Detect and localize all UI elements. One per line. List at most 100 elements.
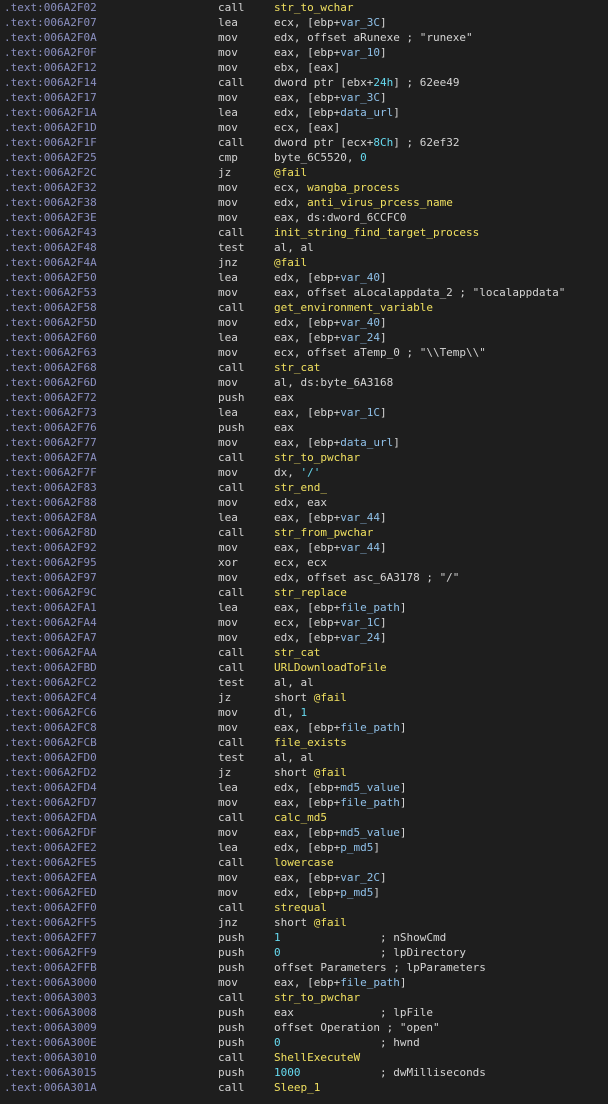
listing-line[interactable]: .text:006A2FD7 mov eax, [ebp+file_path] — [0, 795, 608, 810]
listing-line[interactable]: .text:006A2F9C call str_replace — [0, 585, 608, 600]
line-address[interactable]: .text:006A2FE5 — [4, 855, 97, 870]
listing-line[interactable]: .text:006A2FD0 test al, al — [0, 750, 608, 765]
line-address[interactable]: .text:006A2FD7 — [4, 795, 97, 810]
listing-line[interactable]: .text:006A2F07 lea ecx, [ebp+var_3C] — [0, 15, 608, 30]
line-address[interactable]: .text:006A2F7F — [4, 465, 97, 480]
symbol-reference[interactable]: wangba_process — [307, 181, 400, 194]
stack-variable[interactable]: var_44 — [340, 541, 380, 554]
line-address[interactable]: .text:006A2F12 — [4, 60, 97, 75]
symbol-reference[interactable]: init_string_find_target_process — [274, 226, 479, 239]
stack-variable[interactable]: var_24 — [340, 631, 380, 644]
line-address[interactable]: .text:006A2F8D — [4, 525, 97, 540]
stack-variable[interactable]: var_1C — [340, 406, 380, 419]
line-address[interactable]: .text:006A2F83 — [4, 480, 97, 495]
line-address[interactable]: .text:006A2F4A — [4, 255, 97, 270]
symbol-reference[interactable]: str_from_pwchar — [274, 526, 373, 539]
listing-line[interactable]: .text:006A2F48 test al, al — [0, 240, 608, 255]
listing-line[interactable]: .text:006A2F92 mov eax, [ebp+var_44] — [0, 540, 608, 555]
line-address[interactable]: .text:006A2F53 — [4, 285, 97, 300]
listing-line[interactable]: .text:006A2FA4 mov ecx, [ebp+var_1C] — [0, 615, 608, 630]
line-address[interactable]: .text:006A2F92 — [4, 540, 97, 555]
stack-variable[interactable]: data_url — [340, 106, 393, 119]
stack-variable[interactable]: file_path — [340, 721, 400, 734]
line-address[interactable]: .text:006A2F88 — [4, 495, 97, 510]
listing-line[interactable]: .text:006A2F1D mov ecx, [eax] — [0, 120, 608, 135]
listing-line[interactable]: .text:006A2F95 xor ecx, ecx — [0, 555, 608, 570]
stack-variable[interactable]: data_url — [340, 436, 393, 449]
line-address[interactable]: .text:006A2F8A — [4, 510, 97, 525]
symbol-reference[interactable]: str_to_pwchar — [274, 451, 360, 464]
line-address[interactable]: .text:006A2FED — [4, 885, 97, 900]
symbol-reference[interactable]: str_to_pwchar — [274, 991, 360, 1004]
stack-variable[interactable]: p_md5 — [340, 841, 373, 854]
line-address[interactable]: .text:006A2F1F — [4, 135, 97, 150]
line-address[interactable]: .text:006A2FD4 — [4, 780, 97, 795]
listing-line[interactable]: .text:006A2FBD call URLDownloadToFile — [0, 660, 608, 675]
listing-line[interactable]: .text:006A2FDF mov eax, [ebp+md5_value] — [0, 825, 608, 840]
symbol-reference[interactable]: lowercase — [274, 856, 334, 869]
symbol-reference[interactable]: @fail — [314, 691, 347, 704]
listing-line[interactable]: .text:006A2F02 call str_to_wchar — [0, 0, 608, 15]
line-address[interactable]: .text:006A2F1A — [4, 105, 97, 120]
listing-line[interactable]: .text:006A3003 call str_to_pwchar — [0, 990, 608, 1005]
stack-variable[interactable]: md5_value — [340, 826, 400, 839]
listing-line[interactable]: .text:006A2F5D mov edx, [ebp+var_40] — [0, 315, 608, 330]
line-address[interactable]: .text:006A2F77 — [4, 435, 97, 450]
line-address[interactable]: .text:006A2FA1 — [4, 600, 97, 615]
line-address[interactable]: .text:006A3008 — [4, 1005, 97, 1020]
listing-line[interactable]: .text:006A2F58 call get_environment_variab… — [0, 300, 608, 315]
line-address[interactable]: .text:006A2F02 — [4, 0, 97, 15]
symbol-reference[interactable]: str_to_wchar — [274, 1, 353, 14]
listing-line[interactable]: .text:006A2F53 mov eax, offset aLocalappda… — [0, 285, 608, 300]
symbol-reference[interactable]: anti_virus_prcess_name — [307, 196, 453, 209]
listing-line[interactable]: .text:006A2FD4 lea edx, [ebp+md5_value] — [0, 780, 608, 795]
listing-line[interactable]: .text:006A2F32 mov ecx, wangba_process — [0, 180, 608, 195]
symbol-reference[interactable]: @fail — [314, 766, 347, 779]
listing-line[interactable]: .text:006A2FDA call calc_md5 — [0, 810, 608, 825]
symbol-reference[interactable]: @fail — [274, 166, 307, 179]
stack-variable[interactable]: md5_value — [340, 781, 400, 794]
listing-line[interactable]: .text:006A2F76 push eax — [0, 420, 608, 435]
line-address[interactable]: .text:006A2F2C — [4, 165, 97, 180]
line-address[interactable]: .text:006A2F97 — [4, 570, 97, 585]
symbol-reference[interactable]: calc_md5 — [274, 811, 327, 824]
line-address[interactable]: .text:006A2FFB — [4, 960, 97, 975]
listing-line[interactable]: .text:006A301A call Sleep_1 — [0, 1080, 608, 1095]
line-address[interactable]: .text:006A2FD0 — [4, 750, 97, 765]
symbol-reference[interactable]: get_environment_variable — [274, 301, 433, 314]
listing-line[interactable]: .text:006A2F7F mov dx, '/' — [0, 465, 608, 480]
listing-line[interactable]: .text:006A2FE5 call lowercase — [0, 855, 608, 870]
listing-line[interactable]: .text:006A2F6D mov al, ds:byte_6A3168 — [0, 375, 608, 390]
line-address[interactable]: .text:006A2F50 — [4, 270, 97, 285]
line-address[interactable]: .text:006A2F32 — [4, 180, 97, 195]
line-address[interactable]: .text:006A2F17 — [4, 90, 97, 105]
stack-variable[interactable]: var_2C — [340, 871, 380, 884]
line-address[interactable]: .text:006A2F0F — [4, 45, 97, 60]
line-address[interactable]: .text:006A2F0A — [4, 30, 97, 45]
listing-line[interactable]: .text:006A2FC2 test al, al — [0, 675, 608, 690]
listing-line[interactable]: .text:006A2FD2 jz short @fail — [0, 765, 608, 780]
line-address[interactable]: .text:006A2FE2 — [4, 840, 97, 855]
listing-line[interactable]: .text:006A2FC8 mov eax, [ebp+file_path] — [0, 720, 608, 735]
line-address[interactable]: .text:006A2F3E — [4, 210, 97, 225]
listing-line[interactable]: .text:006A2FC4 jz short @fail — [0, 690, 608, 705]
line-address[interactable]: .text:006A2F48 — [4, 240, 97, 255]
listing-line[interactable]: .text:006A2F14 call dword ptr [ebx+24h] ; … — [0, 75, 608, 90]
listing-line[interactable]: .text:006A2FF7 push 1 ; nShowCmd — [0, 930, 608, 945]
line-address[interactable]: .text:006A2F60 — [4, 330, 97, 345]
line-address[interactable]: .text:006A2FBD — [4, 660, 97, 675]
line-address[interactable]: .text:006A2F1D — [4, 120, 97, 135]
listing-line[interactable]: .text:006A2FF9 push 0 ; lpDirectory — [0, 945, 608, 960]
stack-variable[interactable]: var_10 — [340, 46, 380, 59]
line-address[interactable]: .text:006A2FA7 — [4, 630, 97, 645]
listing-line[interactable]: .text:006A2F50 lea edx, [ebp+var_40] — [0, 270, 608, 285]
line-address[interactable]: .text:006A2F5D — [4, 315, 97, 330]
listing-line[interactable]: .text:006A2FCB call file_exists — [0, 735, 608, 750]
stack-variable[interactable]: file_path — [340, 601, 400, 614]
symbol-reference[interactable]: ShellExecuteW — [274, 1051, 360, 1064]
symbol-reference[interactable]: str_cat — [274, 646, 320, 659]
listing-line[interactable]: .text:006A2F17 mov eax, [ebp+var_3C] — [0, 90, 608, 105]
listing-line[interactable]: .text:006A3000 mov eax, [ebp+file_path] — [0, 975, 608, 990]
symbol-reference[interactable]: str_cat — [274, 361, 320, 374]
line-address[interactable]: .text:006A2F43 — [4, 225, 97, 240]
